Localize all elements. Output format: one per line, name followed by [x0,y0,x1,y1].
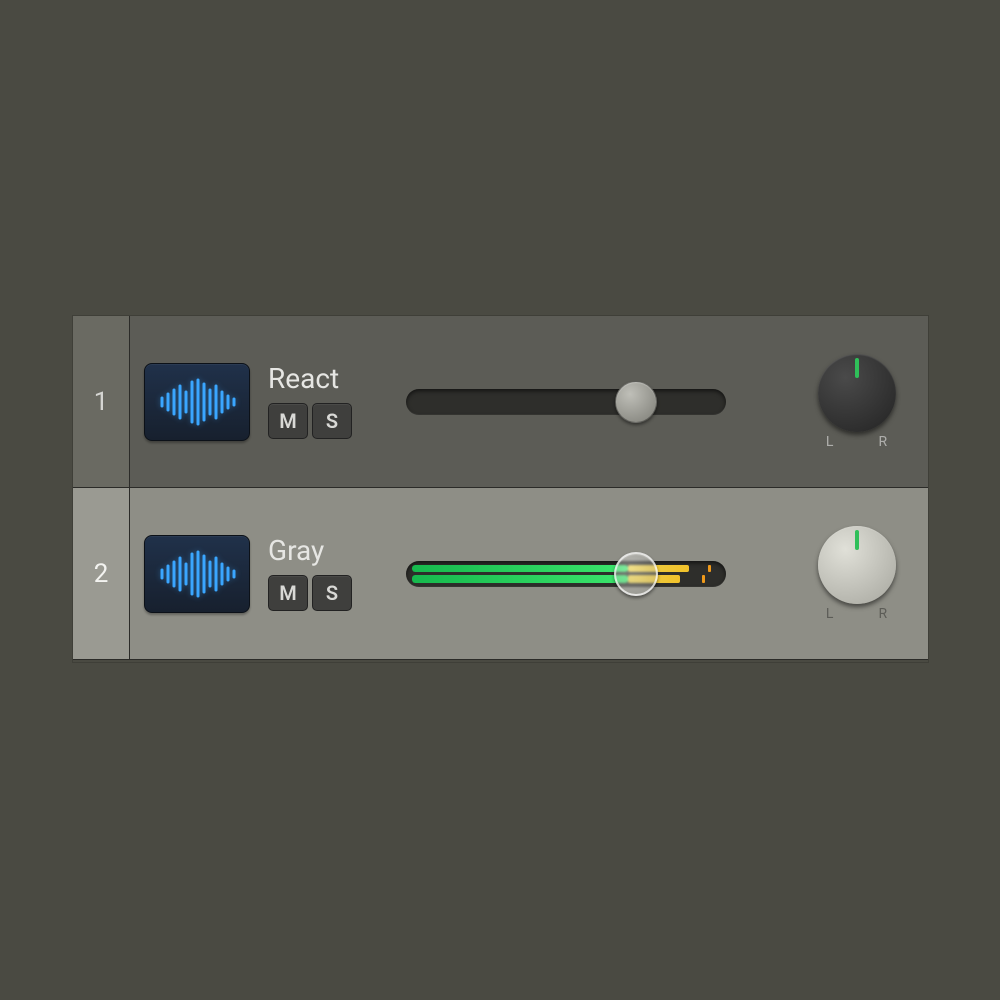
track-label-column: React M S [268,365,388,439]
waveform-svg-icon [156,550,238,598]
volume-slider-area [406,488,784,659]
volume-slider-thumb[interactable] [615,381,657,423]
volume-slider[interactable] [406,389,726,415]
mute-solo-group: M S [268,575,388,611]
track-index[interactable]: 2 [73,488,130,659]
pan-label-left: L [826,606,835,622]
volume-slider[interactable] [406,561,726,587]
pan-label-right: R [878,434,888,450]
solo-button[interactable]: S [312,403,352,439]
track-body: React M S L R [130,316,928,487]
pan-labels: L R [826,434,888,450]
volume-slider-area [406,316,784,487]
waveform-icon[interactable] [144,363,250,441]
level-meter-channel-1 [412,565,720,573]
pan-knob[interactable] [818,354,896,432]
waveform-icon[interactable] [144,535,250,613]
solo-button[interactable]: S [312,575,352,611]
pan-knob-area: L R [802,526,912,622]
track-row: 2 [73,488,928,660]
pan-labels: L R [826,606,888,622]
pan-knob[interactable] [818,526,896,604]
pan-knob-area: L R [802,354,912,450]
track-label-column: Gray M S [268,537,388,611]
level-meter-channel-2 [412,575,720,583]
level-meter [412,565,720,583]
track-name[interactable]: React [268,365,388,393]
mute-button[interactable]: M [268,403,308,439]
volume-slider-thumb[interactable] [614,552,658,596]
track-index[interactable]: 1 [73,316,130,487]
track-row: 1 [73,316,928,488]
track-header-panel: 1 [73,316,928,662]
track-name[interactable]: Gray [268,537,388,565]
track-body: Gray M S [130,488,928,659]
mute-button[interactable]: M [268,575,308,611]
mute-solo-group: M S [268,403,388,439]
pan-label-right: R [878,606,888,622]
pan-label-left: L [826,434,835,450]
waveform-svg-icon [156,378,238,426]
